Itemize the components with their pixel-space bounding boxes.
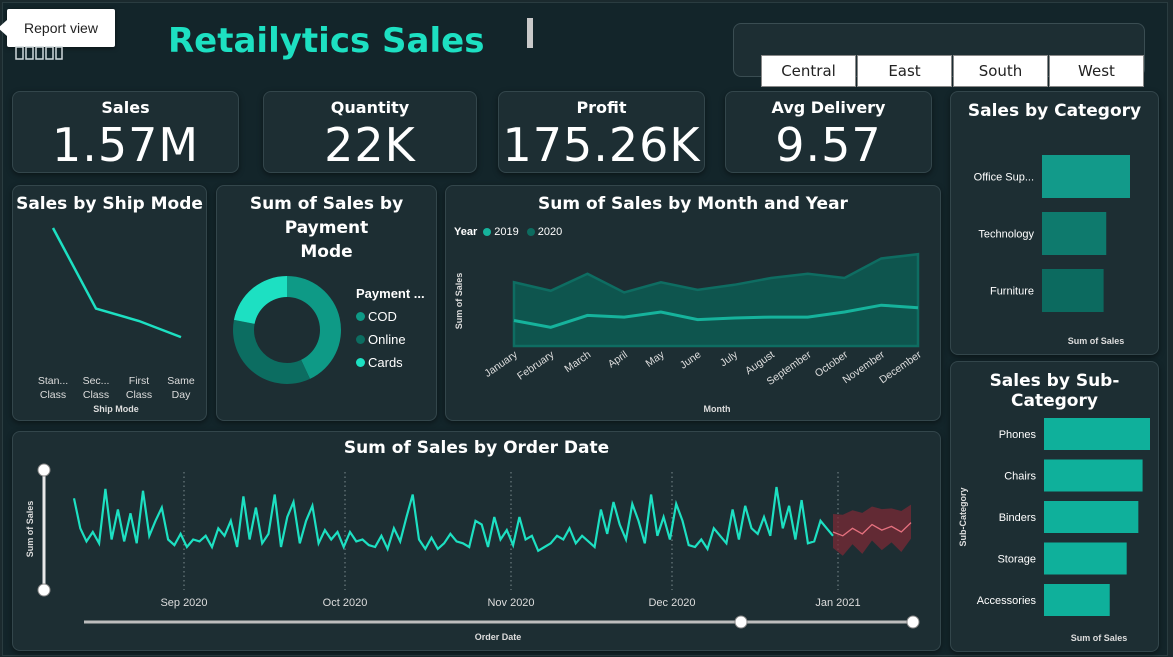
report-title: Retailytics Sales — [168, 21, 485, 61]
subcategory-xaxis-label: Sum of Sales — [1071, 633, 1128, 643]
order-date-tick-label: Nov 2020 — [487, 597, 534, 609]
ship-mode-tick-label: Same Day — [167, 375, 195, 401]
subcategory-yaxis-label: Sub-Category — [958, 487, 968, 546]
series-2020-area — [512, 252, 920, 348]
order-date-tick-label: Dec 2020 — [648, 597, 695, 609]
ship-mode-chart-card[interactable]: Sales by Ship Mode Stan... Class Sec... Cla… — [12, 185, 207, 421]
order-date-tick-label: Jan 2021 — [815, 597, 860, 609]
order-date-line-chart[interactable]: Sep 2020 Oct 2020 Nov 2020 Dec 2020 Jan 2021… — [13, 432, 940, 650]
payment-legend-item[interactable]: Cards — [356, 351, 425, 374]
kpi-avg-delivery-card[interactable]: Avg Delivery 9.57 — [725, 91, 932, 173]
kpi-value: 9.57 — [775, 118, 882, 172]
payment-title-line1: Sum of Sales by Payment — [249, 194, 404, 238]
ship-mode-series-line — [51, 227, 182, 339]
legend-label: Online — [368, 332, 406, 347]
order-date-yaxis-label: Sum of Sales — [25, 501, 35, 558]
subcategory-bar[interactable] — [1044, 501, 1139, 533]
category-bar[interactable] — [1042, 269, 1104, 312]
legend-dot — [356, 335, 365, 344]
payment-legend-item[interactable]: Online — [356, 328, 425, 351]
month-tick-label: March — [562, 349, 593, 376]
legend-dot — [356, 358, 365, 367]
category-bar[interactable] — [1042, 155, 1130, 198]
subcategory-bar-chart[interactable]: Phones Chairs Binders Storage Accessories Su… — [951, 362, 1158, 651]
payment-slice-cards[interactable] — [233, 276, 287, 324]
vertical-zoom-bottom-handle[interactable] — [37, 583, 51, 597]
month-tick-label: February — [515, 348, 557, 382]
category-bar-chart[interactable]: Office Sup... Technology Furniture Sum of … — [951, 92, 1158, 354]
ship-mode-tick-label: Sec... Class — [83, 375, 110, 401]
category-bar[interactable] — [1042, 212, 1107, 255]
report-logo-icon — [15, 45, 63, 61]
payment-legend-title: Payment ... — [356, 286, 425, 301]
order-date-tick-label: Oct 2020 — [323, 597, 368, 609]
ship-mode-xaxis-label: Ship Mode — [93, 404, 139, 414]
kpi-label: Avg Delivery — [771, 98, 886, 117]
month-tick-label: January — [482, 348, 520, 380]
month-year-area-chart[interactable]: JanuaryFebruary March April May June July Augu… — [446, 186, 940, 420]
ship-mode-tick-label: Stan... Class — [38, 375, 68, 401]
order-date-xaxis-label: Order Date — [475, 632, 522, 642]
subcategory-bar[interactable] — [1044, 542, 1127, 575]
vertical-zoom-top-handle[interactable] — [37, 463, 51, 477]
region-central-button[interactable]: Central — [761, 55, 856, 87]
order-date-series-line — [72, 486, 834, 553]
category-tick-label: Technology — [978, 229, 1034, 241]
kpi-sales-card[interactable]: Sales 1.57M — [12, 91, 239, 173]
kpi-quantity-card[interactable]: Quantity 22K — [263, 91, 477, 173]
region-east-button[interactable]: East — [857, 55, 952, 87]
payment-mode-chart-card[interactable]: Sum of Sales by Payment Mode Payment ...… — [216, 185, 437, 421]
kpi-value: 175.26K — [502, 118, 701, 172]
report-view-tooltip: Report view — [0, 9, 115, 47]
month-tick-label: December — [877, 348, 924, 386]
subcategory-tick-label: Chairs — [1004, 471, 1036, 483]
report-canvas: Report view Retailytics Sales Central Ea… — [0, 2, 1168, 656]
ship-mode-tick-label: First Class — [126, 375, 152, 401]
month-tick-label: May — [643, 348, 667, 370]
month-xaxis-label: Month — [704, 404, 731, 414]
category-tick-label: Furniture — [990, 286, 1034, 298]
region-west-button[interactable]: West — [1049, 55, 1144, 87]
separator-mark — [527, 18, 533, 48]
order-date-chart-card[interactable]: Sum of Sales by Order Date Sep 2020 Oct 2… — [12, 431, 941, 651]
region-slicer: Central East South West — [733, 23, 1145, 87]
month-tick-label: July — [718, 348, 741, 369]
ship-mode-line-chart[interactable]: Stan... Class Sec... Class First Class Same Day… — [13, 186, 206, 420]
category-xaxis-label: Sum of Sales — [1068, 336, 1125, 346]
subcategory-chart-card[interactable]: Sales by Sub-Category Phones Chairs Binder… — [950, 361, 1159, 652]
category-tick-label: Office Sup... — [974, 172, 1034, 184]
horizontal-zoom-left-handle[interactable] — [734, 615, 748, 629]
kpi-label: Sales — [101, 98, 150, 117]
month-year-chart-card[interactable]: Sum of Sales by Month and Year Year 2019… — [445, 185, 941, 421]
legend-label: Cards — [368, 355, 403, 370]
kpi-value: 22K — [324, 118, 416, 172]
legend-label: COD — [368, 309, 397, 324]
region-south-button[interactable]: South — [953, 55, 1048, 87]
subcategory-bar[interactable] — [1044, 418, 1150, 450]
subcategory-tick-label: Phones — [999, 429, 1037, 441]
subcategory-tick-label: Accessories — [977, 595, 1037, 607]
payment-slice-online[interactable] — [233, 319, 310, 384]
kpi-value: 1.57M — [51, 118, 200, 172]
payment-legend-item[interactable]: COD — [356, 305, 425, 328]
month-tick-label: April — [606, 349, 630, 371]
subcategory-bar[interactable] — [1044, 459, 1143, 492]
month-yaxis-label: Sum of Sales — [454, 273, 464, 330]
month-tick-label: June — [678, 349, 704, 372]
category-chart-card[interactable]: Sales by Category Office Sup... Technolog… — [950, 91, 1159, 355]
horizontal-zoom-right-handle[interactable] — [906, 615, 920, 629]
kpi-label: Profit — [576, 98, 627, 117]
subcategory-tick-label: Binders — [999, 512, 1037, 524]
kpi-label: Quantity — [330, 98, 410, 117]
payment-donut-chart[interactable] — [232, 270, 342, 390]
payment-mode-chart-title: Sum of Sales by Payment Mode — [217, 192, 436, 264]
order-date-tick-label: Sep 2020 — [160, 597, 207, 609]
kpi-profit-card[interactable]: Profit 175.26K — [498, 91, 705, 173]
payment-legend: Payment ... COD Online Cards — [356, 286, 425, 374]
subcategory-bar[interactable] — [1044, 584, 1110, 616]
legend-dot — [356, 312, 365, 321]
subcategory-tick-label: Storage — [997, 554, 1036, 566]
payment-title-line2: Mode — [300, 242, 353, 262]
